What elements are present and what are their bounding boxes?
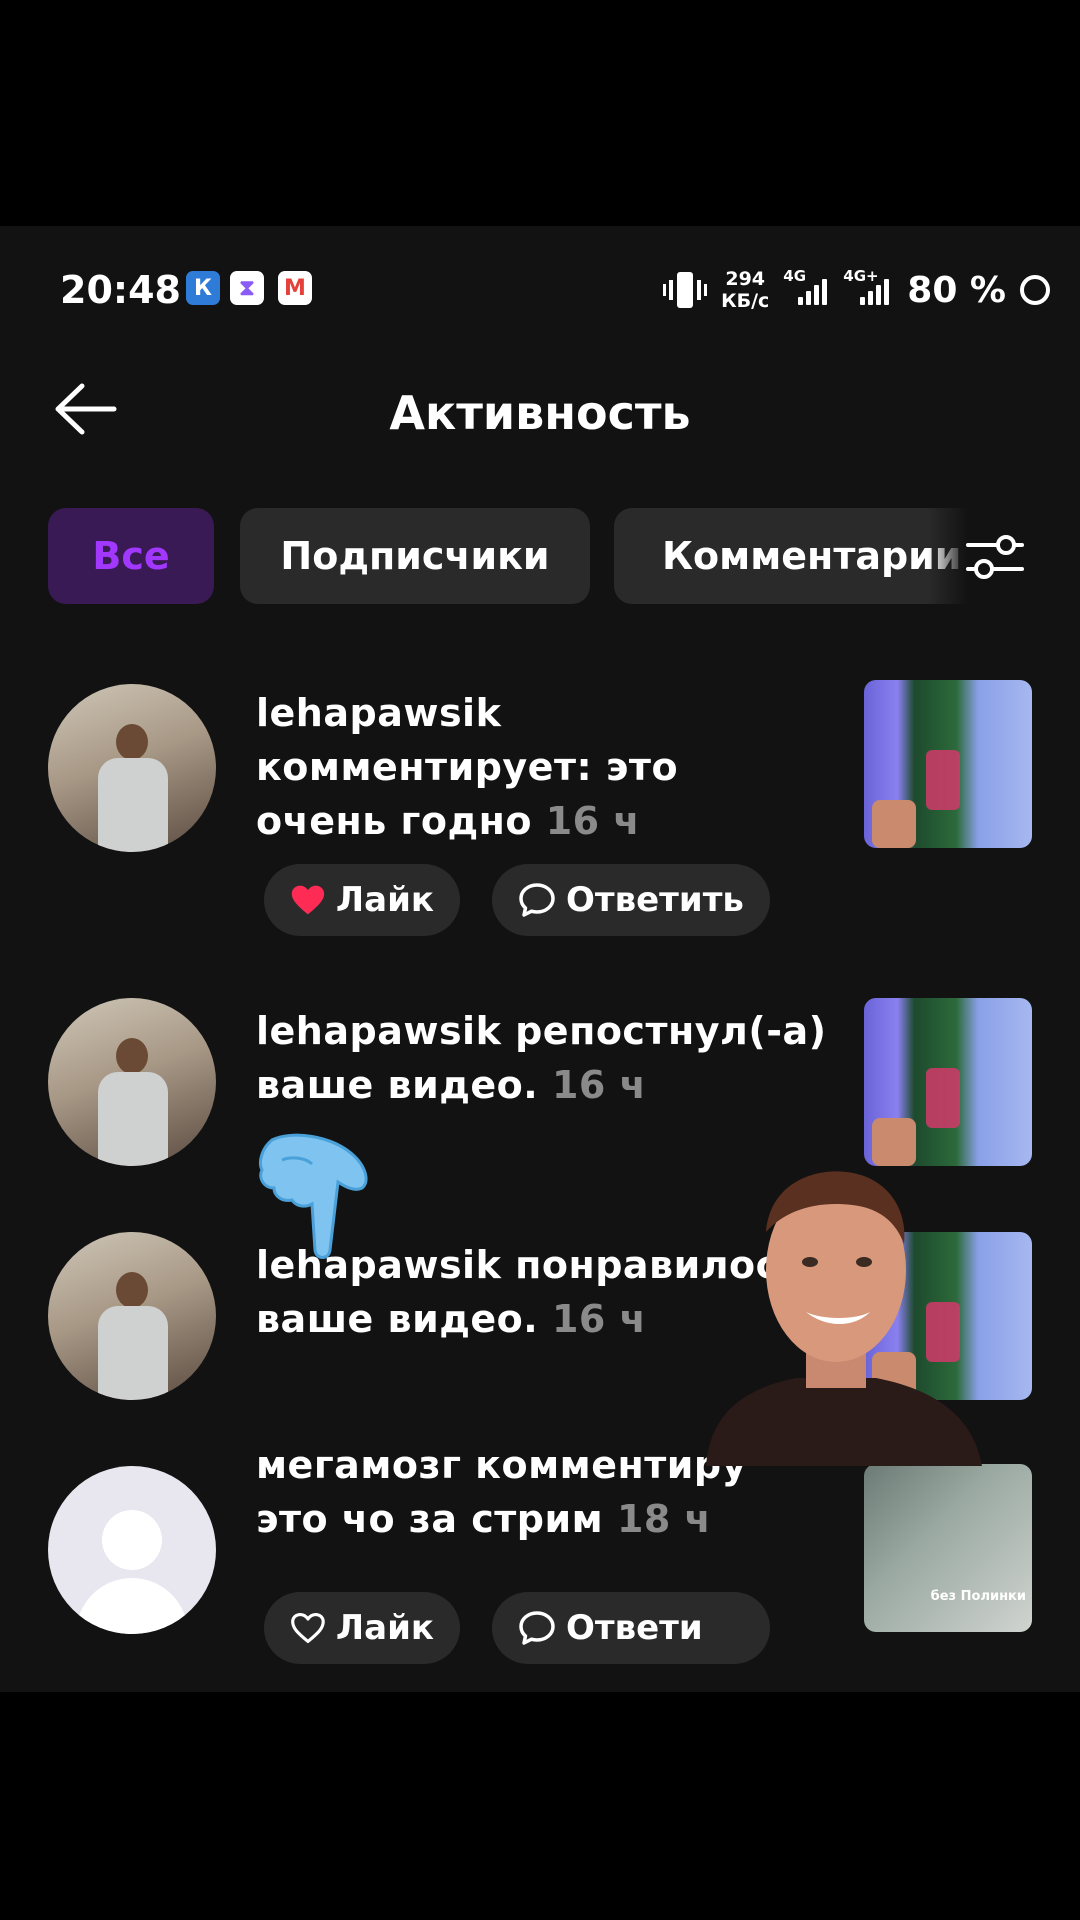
sliders-icon[interactable] xyxy=(966,531,1024,583)
like-label: Лайк xyxy=(335,1608,434,1648)
signal-1-label: 4G xyxy=(783,267,807,285)
time-ago: 18 ч xyxy=(616,1497,712,1541)
filter-tabs: Все Подписчики Комментарии xyxy=(48,508,968,604)
like-button[interactable]: Лайк xyxy=(264,1592,460,1664)
time-ago: 16 ч xyxy=(545,799,640,843)
status-time: 20:48 xyxy=(60,268,181,312)
thumbnail-caption: без Полинки xyxy=(930,1589,1026,1604)
net-speed-unit: КБ/с xyxy=(721,290,770,312)
battery-level: 80 % xyxy=(907,269,1006,311)
tab-all[interactable]: Все xyxy=(48,508,214,604)
page-title: Активность xyxy=(389,386,691,440)
vibrate-icon xyxy=(663,270,708,310)
pointing-hand-icon xyxy=(252,1130,382,1300)
comment-bubble-icon xyxy=(519,883,555,917)
net-speed-value: 294 xyxy=(725,268,766,290)
activity-screen: 20:48 К ⧗ M 294 КБ/с 4G 4G+ 80 % Активно… xyxy=(0,226,1080,1692)
avatar[interactable] xyxy=(48,998,216,1166)
avatar-placeholder[interactable] xyxy=(48,1466,216,1634)
activity-text: lehapawsik комментирует: это очень годно… xyxy=(256,686,678,848)
activity-line: комментирует: это xyxy=(256,745,679,789)
tab-comments[interactable]: Комментарии xyxy=(614,508,968,604)
avatar[interactable] xyxy=(48,1232,216,1400)
username[interactable]: lehapawsik xyxy=(256,691,501,735)
video-thumbnail[interactable] xyxy=(864,680,1032,848)
time-ago: 16 ч xyxy=(551,1063,647,1107)
reply-button[interactable]: Ответить xyxy=(492,864,770,936)
reply-label: Ответить xyxy=(566,880,744,920)
activity-text: мегамозг комментиру это чо за стрим 18 ч xyxy=(256,1438,747,1546)
k-app-icon: К xyxy=(186,271,220,305)
activity-line: очень годно xyxy=(256,799,532,843)
heart-filled-icon xyxy=(291,885,325,915)
signal-2-icon: 4G+ xyxy=(843,267,893,305)
activity-line: ваше видео. xyxy=(256,1297,539,1341)
net-speed: 294 КБ/с xyxy=(721,268,769,312)
video-thumbnail[interactable] xyxy=(864,998,1032,1166)
like-label: Лайк xyxy=(335,880,434,920)
signal-2-label: 4G+ xyxy=(843,267,879,285)
activity-text: lehapawsik репостнул(-а) ваше видео. 16 … xyxy=(256,1004,826,1112)
username[interactable]: мегамозг xyxy=(256,1443,461,1487)
comment-bubble-icon xyxy=(519,1611,555,1645)
gmail-icon: M xyxy=(278,271,312,305)
reply-label: Ответи xyxy=(566,1608,703,1648)
like-button[interactable]: Лайк xyxy=(264,864,460,936)
tabs-fade xyxy=(928,508,968,604)
signal-1-icon: 4G xyxy=(783,267,829,305)
time-ago: 16 ч xyxy=(551,1297,647,1341)
avatar[interactable] xyxy=(48,684,216,852)
activity-line: репостнул(-а) xyxy=(515,1009,827,1053)
username[interactable]: lehapawsik xyxy=(256,1009,501,1053)
battery-ring-icon xyxy=(1020,275,1050,305)
activity-line: это чо за стрим xyxy=(256,1497,604,1541)
activity-line: ваше видео. xyxy=(256,1063,539,1107)
reply-button[interactable]: Ответи xyxy=(492,1592,770,1664)
hourglass-app-icon: ⧗ xyxy=(230,271,264,305)
status-right: 294 КБ/с 4G 4G+ 80 % xyxy=(663,262,1050,318)
heart-outline-icon xyxy=(291,1612,325,1644)
tab-followers[interactable]: Подписчики xyxy=(240,508,590,604)
streamer-webcam-overlay xyxy=(686,1152,986,1466)
video-thumbnail[interactable]: без Полинки xyxy=(864,1464,1032,1632)
status-bar: 20:48 К ⧗ M 294 КБ/с 4G 4G+ 80 % xyxy=(0,226,1080,356)
